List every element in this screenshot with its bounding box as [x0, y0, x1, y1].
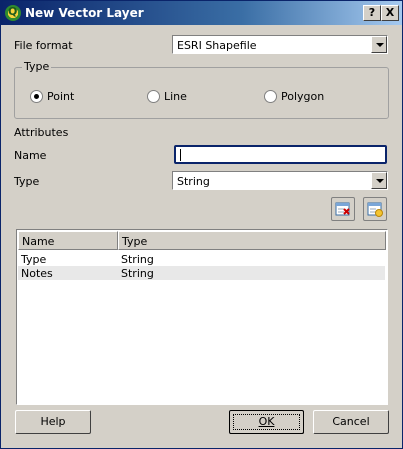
text-caret — [180, 149, 181, 161]
attribute-type-value: String — [177, 175, 210, 188]
polygon-radio[interactable] — [264, 90, 277, 103]
row-type-cell: String — [121, 267, 154, 280]
row-name-cell: Notes — [21, 267, 53, 280]
point-radio-label[interactable]: Point — [47, 90, 74, 103]
window-title: New Vector Layer — [25, 6, 144, 20]
qgis-logo-icon — [5, 5, 21, 21]
column-header-type[interactable]: Type — [118, 231, 386, 250]
geometry-type-legend: Type — [22, 60, 52, 73]
cancel-button[interactable]: Cancel — [313, 410, 389, 434]
remove-attribute-button[interactable] — [331, 197, 355, 221]
new-vector-layer-dialog: New Vector Layer ? X File format ESRI Sh… — [0, 0, 403, 449]
delete-attribute-icon — [335, 202, 350, 216]
point-radio[interactable] — [30, 90, 43, 103]
attribute-name-input[interactable] — [174, 145, 387, 164]
attributes-heading: Attributes — [14, 126, 69, 139]
attributes-table[interactable]: Name Type Type String Notes String — [16, 229, 388, 405]
line-radio[interactable] — [147, 90, 160, 103]
attribute-type-combo[interactable]: String — [172, 171, 388, 190]
titlebar[interactable]: New Vector Layer ? X — [1, 1, 402, 25]
table-row[interactable]: Type String — [18, 252, 385, 266]
add-attribute-button[interactable] — [363, 197, 387, 221]
row-name-cell: Type — [21, 253, 47, 266]
chevron-down-icon[interactable] — [371, 36, 387, 53]
chevron-down-icon[interactable] — [371, 172, 387, 189]
add-attribute-icon — [367, 202, 383, 217]
close-button[interactable]: X — [381, 5, 399, 21]
line-radio-label[interactable]: Line — [164, 90, 187, 103]
column-header-name[interactable]: Name — [18, 231, 118, 250]
focus-ring — [233, 414, 300, 430]
name-label: Name — [14, 149, 47, 162]
file-format-value: ESRI Shapefile — [177, 39, 257, 52]
table-row[interactable]: Notes String — [18, 266, 385, 280]
file-format-label: File format — [14, 39, 73, 52]
help-button[interactable]: Help — [15, 410, 91, 434]
polygon-radio-label[interactable]: Polygon — [281, 90, 324, 103]
type-label: Type — [14, 175, 40, 188]
help-titlebar-button[interactable]: ? — [363, 5, 381, 21]
file-format-combo[interactable]: ESRI Shapefile — [172, 35, 388, 54]
ok-button[interactable]: OK — [229, 410, 304, 434]
row-type-cell: String — [121, 253, 154, 266]
